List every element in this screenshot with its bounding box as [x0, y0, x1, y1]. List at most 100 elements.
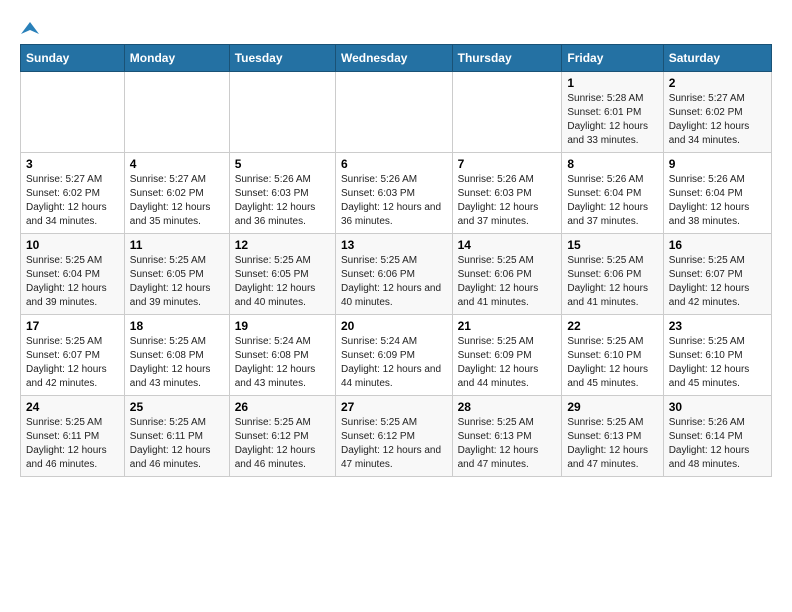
calendar-cell: 19 Sunrise: 5:24 AM Sunset: 6:08 PM Dayli… [229, 315, 335, 396]
day-number: 21 [458, 319, 557, 333]
calendar-cell: 6 Sunrise: 5:26 AM Sunset: 6:03 PM Daylig… [335, 153, 452, 234]
day-content: Sunrise: 5:25 AM Sunset: 6:13 PM Dayligh… [458, 416, 557, 472]
day-content: Sunrise: 5:25 AM Sunset: 6:05 PM Dayligh… [235, 254, 330, 310]
calendar-cell [229, 72, 335, 153]
day-content: Sunrise: 5:25 AM Sunset: 6:09 PM Dayligh… [458, 335, 557, 391]
day-number: 25 [130, 400, 224, 414]
day-content: Sunrise: 5:25 AM Sunset: 6:10 PM Dayligh… [567, 335, 657, 391]
day-content: Sunrise: 5:27 AM Sunset: 6:02 PM Dayligh… [669, 92, 766, 148]
calendar-cell: 18Sunrise: 5:25 AM Sunset: 6:08 PM Dayli… [124, 315, 229, 396]
calendar-cell: 4Sunrise: 5:27 AM Sunset: 6:02 PM Daylig… [124, 153, 229, 234]
day-number: 8 [567, 157, 657, 171]
day-number: 9 [669, 157, 766, 171]
day-content: Sunrise: 5:25 AM Sunset: 6:10 PM Dayligh… [669, 335, 766, 391]
day-number: 22 [567, 319, 657, 333]
calendar-cell: 24 Sunrise: 5:25 AM Sunset: 6:11 PM Dayli… [21, 396, 125, 477]
day-number: 11 [130, 238, 224, 252]
day-number: 7 [458, 157, 557, 171]
day-content: Sunrise: 5:24 AM Sunset: 6:09 PM Dayligh… [341, 335, 447, 391]
calendar-week-4: 17Sunrise: 5:25 AM Sunset: 6:07 PM Dayli… [21, 315, 772, 396]
day-number: 19 [235, 319, 330, 333]
calendar-cell: 14Sunrise: 5:25 AM Sunset: 6:06 PM Dayli… [452, 234, 562, 315]
day-number: 5 [235, 157, 330, 171]
weekday-header-monday: Monday [124, 45, 229, 72]
calendar-cell: 27 Sunrise: 5:25 AM Sunset: 6:12 PM Dayli… [335, 396, 452, 477]
day-number: 3 [26, 157, 119, 171]
day-number: 20 [341, 319, 447, 333]
calendar-cell: 9 Sunrise: 5:26 AM Sunset: 6:04 PM Daylig… [663, 153, 771, 234]
day-number: 4 [130, 157, 224, 171]
day-number: 15 [567, 238, 657, 252]
weekday-header-friday: Friday [562, 45, 663, 72]
day-content: Sunrise: 5:25 AM Sunset: 6:11 PM Dayligh… [130, 416, 224, 472]
calendar-cell: 26 Sunrise: 5:25 AM Sunset: 6:12 PM Dayli… [229, 396, 335, 477]
day-content: Sunrise: 5:25 AM Sunset: 6:05 PM Dayligh… [130, 254, 224, 310]
day-number: 6 [341, 157, 447, 171]
day-number: 10 [26, 238, 119, 252]
day-number: 26 [235, 400, 330, 414]
calendar-cell [21, 72, 125, 153]
calendar-cell [124, 72, 229, 153]
calendar-cell: 8 Sunrise: 5:26 AM Sunset: 6:04 PM Daylig… [562, 153, 663, 234]
day-content: Sunrise: 5:25 AM Sunset: 6:13 PM Dayligh… [567, 416, 657, 472]
calendar-cell: 25 Sunrise: 5:25 AM Sunset: 6:11 PM Dayli… [124, 396, 229, 477]
day-content: Sunrise: 5:26 AM Sunset: 6:04 PM Dayligh… [567, 173, 657, 229]
calendar-cell: 11 Sunrise: 5:25 AM Sunset: 6:05 PM Dayli… [124, 234, 229, 315]
page-header [20, 20, 772, 34]
day-content: Sunrise: 5:25 AM Sunset: 6:12 PM Dayligh… [341, 416, 447, 472]
day-number: 12 [235, 238, 330, 252]
calendar-cell: 15 Sunrise: 5:25 AM Sunset: 6:06 PM Dayli… [562, 234, 663, 315]
day-content: Sunrise: 5:25 AM Sunset: 6:06 PM Dayligh… [458, 254, 557, 310]
day-number: 30 [669, 400, 766, 414]
logo-bird-icon [21, 20, 39, 38]
calendar-week-2: 3 Sunrise: 5:27 AM Sunset: 6:02 PM Daylig… [21, 153, 772, 234]
calendar-cell: 16 Sunrise: 5:25 AM Sunset: 6:07 PM Dayli… [663, 234, 771, 315]
logo [20, 20, 40, 34]
day-content: Sunrise: 5:26 AM Sunset: 6:03 PM Dayligh… [235, 173, 330, 229]
calendar-cell: 1 Sunrise: 5:28 AM Sunset: 6:01 PM Daylig… [562, 72, 663, 153]
day-content: Sunrise: 5:24 AM Sunset: 6:08 PM Dayligh… [235, 335, 330, 391]
calendar-cell: 3 Sunrise: 5:27 AM Sunset: 6:02 PM Daylig… [21, 153, 125, 234]
weekday-header-tuesday: Tuesday [229, 45, 335, 72]
calendar-cell: 23 Sunrise: 5:25 AM Sunset: 6:10 PM Dayli… [663, 315, 771, 396]
calendar-cell: 2Sunrise: 5:27 AM Sunset: 6:02 PM Daylig… [663, 72, 771, 153]
calendar-cell [335, 72, 452, 153]
calendar-header-row: SundayMondayTuesdayWednesdayThursdayFrid… [21, 45, 772, 72]
day-content: Sunrise: 5:25 AM Sunset: 6:12 PM Dayligh… [235, 416, 330, 472]
day-content: Sunrise: 5:26 AM Sunset: 6:04 PM Dayligh… [669, 173, 766, 229]
calendar-cell: 30 Sunrise: 5:26 AM Sunset: 6:14 PM Dayli… [663, 396, 771, 477]
day-content: Sunrise: 5:25 AM Sunset: 6:06 PM Dayligh… [567, 254, 657, 310]
day-content: Sunrise: 5:26 AM Sunset: 6:03 PM Dayligh… [458, 173, 557, 229]
day-content: Sunrise: 5:25 AM Sunset: 6:07 PM Dayligh… [669, 254, 766, 310]
calendar-cell: 28 Sunrise: 5:25 AM Sunset: 6:13 PM Dayli… [452, 396, 562, 477]
day-content: Sunrise: 5:27 AM Sunset: 6:02 PM Dayligh… [26, 173, 119, 229]
day-content: Sunrise: 5:25 AM Sunset: 6:06 PM Dayligh… [341, 254, 447, 310]
calendar-week-1: 1 Sunrise: 5:28 AM Sunset: 6:01 PM Daylig… [21, 72, 772, 153]
calendar-cell: 7 Sunrise: 5:26 AM Sunset: 6:03 PM Daylig… [452, 153, 562, 234]
weekday-header-thursday: Thursday [452, 45, 562, 72]
day-number: 27 [341, 400, 447, 414]
day-number: 16 [669, 238, 766, 252]
calendar-table: SundayMondayTuesdayWednesdayThursdayFrid… [20, 44, 772, 477]
calendar-week-5: 24 Sunrise: 5:25 AM Sunset: 6:11 PM Dayli… [21, 396, 772, 477]
calendar-cell: 5 Sunrise: 5:26 AM Sunset: 6:03 PM Daylig… [229, 153, 335, 234]
calendar-cell: 17Sunrise: 5:25 AM Sunset: 6:07 PM Dayli… [21, 315, 125, 396]
day-number: 28 [458, 400, 557, 414]
day-number: 29 [567, 400, 657, 414]
day-content: Sunrise: 5:26 AM Sunset: 6:03 PM Dayligh… [341, 173, 447, 229]
calendar-cell: 21 Sunrise: 5:25 AM Sunset: 6:09 PM Dayli… [452, 315, 562, 396]
day-number: 24 [26, 400, 119, 414]
calendar-cell: 22 Sunrise: 5:25 AM Sunset: 6:10 PM Dayli… [562, 315, 663, 396]
day-content: Sunrise: 5:25 AM Sunset: 6:07 PM Dayligh… [26, 335, 119, 391]
day-content: Sunrise: 5:25 AM Sunset: 6:08 PM Dayligh… [130, 335, 224, 391]
day-content: Sunrise: 5:28 AM Sunset: 6:01 PM Dayligh… [567, 92, 657, 148]
calendar-cell: 12 Sunrise: 5:25 AM Sunset: 6:05 PM Dayli… [229, 234, 335, 315]
calendar-cell [452, 72, 562, 153]
day-content: Sunrise: 5:25 AM Sunset: 6:11 PM Dayligh… [26, 416, 119, 472]
day-number: 23 [669, 319, 766, 333]
calendar-cell: 29 Sunrise: 5:25 AM Sunset: 6:13 PM Dayli… [562, 396, 663, 477]
day-number: 1 [567, 76, 657, 90]
weekday-header-sunday: Sunday [21, 45, 125, 72]
calendar-cell: 13Sunrise: 5:25 AM Sunset: 6:06 PM Dayli… [335, 234, 452, 315]
day-content: Sunrise: 5:26 AM Sunset: 6:14 PM Dayligh… [669, 416, 766, 472]
